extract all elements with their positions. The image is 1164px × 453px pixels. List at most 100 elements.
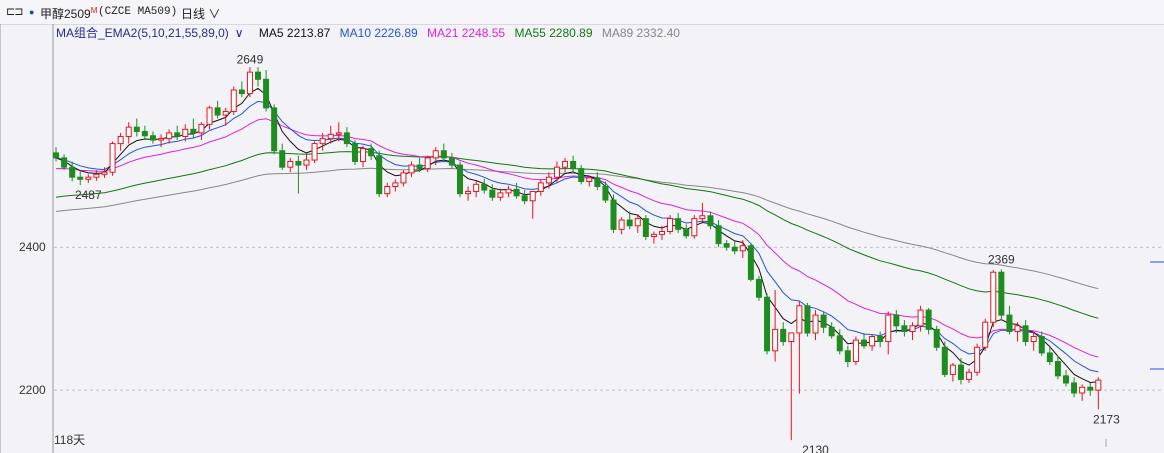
candle-up [505,185,512,198]
candle-up [125,122,132,144]
candle-up [166,129,173,144]
candle-body [376,155,383,195]
candle-up [852,336,859,366]
day-count-label: 118天 [54,433,85,447]
candle-down [820,311,827,333]
candle-up [198,122,205,141]
candle-down [925,307,932,335]
candle-body [384,185,391,195]
candle-down [675,212,682,233]
candle-body [570,160,577,170]
candle-down [715,220,722,248]
candle-body [1079,386,1086,394]
candle-body [1022,325,1029,343]
candle-body [828,326,835,337]
candle-body [271,107,278,152]
candle-body [715,225,722,245]
candle-body [901,325,908,333]
candle-down [877,331,884,348]
candle-body [586,177,593,182]
candle-down [513,182,520,199]
candle-down [844,345,851,368]
candle-up [990,270,997,328]
candle-body [190,128,197,134]
candle-up [85,174,92,183]
candle-body [788,332,795,343]
candle-body [667,218,674,232]
candle-body [416,164,423,170]
candle-body [109,143,116,173]
candle-body [610,199,617,230]
candle-down [376,150,383,198]
candle-body [166,132,173,140]
candle-body [1006,314,1013,333]
candle-down [69,161,76,182]
candle-down [351,140,358,166]
candle-body [553,166,560,178]
candle-up [287,157,294,173]
candle-up [537,179,544,196]
candle-body [861,339,867,347]
candle-body [941,346,948,375]
candle-body [222,110,229,116]
candle-body [699,215,706,220]
candle-body [691,218,698,237]
low-price-label: 2487 [75,188,102,202]
candle-body [125,126,132,137]
candle-down [440,143,447,162]
candle-up [1095,377,1102,410]
candle-down [263,70,270,112]
candle-down [578,165,585,185]
candle-up [408,161,415,178]
candle-down [1006,305,1013,335]
candle-down [141,125,148,141]
candle-body [933,328,940,348]
candle-up [974,343,981,376]
candle-up [909,322,916,341]
candle-body [626,219,633,227]
candle-body [707,215,714,227]
candle-body [675,218,682,230]
candle-up [949,362,956,382]
candle-body [812,314,819,334]
candle-body [909,325,916,333]
candle-body [1014,325,1021,333]
candle-body [93,173,100,178]
candle-down [61,154,68,171]
candle-down [1071,377,1078,398]
candle-down [255,67,261,87]
candle-body [925,309,932,330]
candle-body [990,271,997,323]
ma5-line [55,87,1099,384]
candle-body [465,190,472,195]
candle-up [739,240,746,258]
candle-down [893,310,900,333]
candle-body [77,176,84,180]
candle-body [957,364,964,380]
candle-body [659,230,665,235]
candle-up [93,170,100,181]
candle-up [869,334,876,351]
candle-up [796,300,803,394]
price-chart[interactable]: 2400 2200 2649 2487 2369 2130 2173 118天 [0,0,1164,453]
candle-body [869,336,876,347]
candle-body [117,135,124,145]
candle-down [279,143,286,171]
candle-up [230,86,237,116]
candle-up [812,310,819,341]
candle-down [747,243,754,282]
ma21-line [55,118,1099,358]
candle-body [424,157,431,170]
candle-body [852,339,859,363]
high-price-label: 2649 [237,52,264,66]
candle-down [190,118,197,139]
candle-up [699,202,706,223]
candle-down [1087,382,1094,396]
candle-body [731,246,738,252]
candle-body [214,107,221,116]
candle-body [457,164,463,195]
candle-body [279,150,286,168]
candle-body [311,143,318,161]
candle-up [885,311,892,355]
candle-body [755,278,762,298]
